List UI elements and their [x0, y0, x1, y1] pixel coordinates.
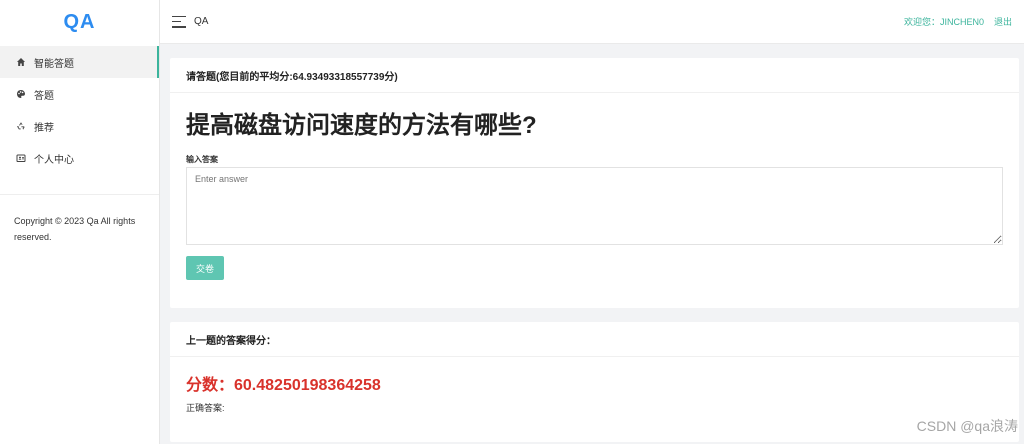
menu-toggle-icon[interactable] — [172, 15, 186, 28]
welcome-user-link[interactable]: 欢迎您：JINCHEN0 — [904, 15, 984, 28]
quiz-card: 请答题(您目前的平均分:64.93493318557739分) 提高磁盘访问速度… — [170, 58, 1019, 308]
result-card-header: 上一题的答案得分： — [170, 322, 1019, 357]
submit-button[interactable]: 交卷 — [186, 256, 224, 280]
sidebar: QA 智能答题 答题 推荐 个人中心 Copyright © 2023 Qa A… — [0, 0, 160, 444]
home-icon — [14, 55, 28, 69]
sidebar-item-label: 答题 — [34, 90, 54, 102]
copyright-text: Copyright © 2023 Qa All rights reserved. — [14, 216, 136, 242]
quiz-card-header: 请答题(您目前的平均分:64.93493318557739分) — [170, 58, 1019, 93]
sidebar-item-smart-quiz[interactable]: 智能答题 — [0, 46, 159, 78]
sidebar-nav: 智能答题 答题 推荐 个人中心 — [0, 46, 159, 174]
sidebar-item-profile[interactable]: 个人中心 — [0, 142, 159, 174]
question-text: 提高磁盘访问速度的方法有哪些? — [186, 112, 537, 139]
palette-icon — [14, 87, 28, 101]
watermark: CSDN @qa浪涛 — [916, 418, 1018, 434]
logout-link[interactable]: 退出 — [994, 15, 1012, 28]
recycle-icon — [14, 119, 28, 133]
sidebar-item-recommend[interactable]: 推荐 — [0, 110, 159, 142]
correct-answer-label: 正确答案: — [186, 403, 225, 413]
score-text: 分数：60.48250198364258 — [186, 377, 381, 394]
user-area: 欢迎您：JINCHEN0 退出 — [904, 15, 1012, 28]
answer-input[interactable] — [186, 167, 1003, 245]
sidebar-item-label: 智能答题 — [34, 58, 74, 70]
answer-label: 输入答案 — [186, 155, 218, 164]
result-card: 上一题的答案得分： 分数：60.48250198364258 正确答案: — [170, 322, 1019, 442]
sidebar-item-label: 推荐 — [34, 122, 54, 134]
sidebar-item-answer[interactable]: 答题 — [0, 78, 159, 110]
top-bar: QA 欢迎您：JINCHEN0 退出 — [160, 0, 1024, 44]
page-title: QA — [194, 16, 209, 27]
id-card-icon — [14, 151, 28, 165]
sidebar-item-label: 个人中心 — [34, 154, 74, 166]
brand-logo[interactable]: QA — [0, 0, 159, 44]
